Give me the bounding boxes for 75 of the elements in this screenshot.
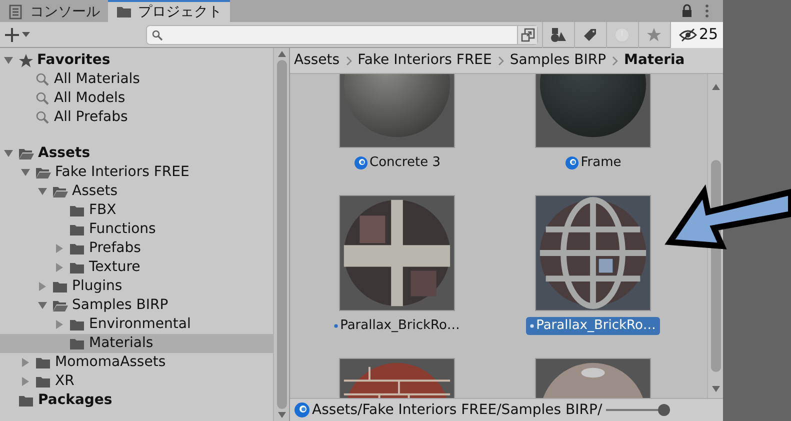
tree-item[interactable]: Functions (0, 220, 273, 239)
search-icon (35, 110, 51, 126)
asset-label[interactable]: Parallax_BrickRo… (330, 317, 464, 335)
tree-item[interactable]: Materials (0, 334, 273, 353)
tree-item[interactable]: Prefabs (0, 239, 273, 258)
tree-item[interactable]: Samples BIRP (0, 296, 273, 315)
shapes-icon (550, 26, 567, 42)
hidden-packages-button[interactable]: 25 (670, 22, 723, 48)
expand-arrow-icon[interactable] (55, 320, 64, 329)
circle-icon (614, 26, 631, 42)
material-sphere-icon (354, 156, 368, 170)
tree-item[interactable]: Assets (0, 182, 273, 201)
material-dot-icon (530, 324, 534, 328)
asset-label[interactable]: Frame (560, 154, 626, 172)
star-icon (18, 52, 34, 68)
caret-icon (22, 32, 30, 38)
collapse-arrow-icon[interactable] (38, 187, 47, 196)
tree-item[interactable]: MomomaAssets (0, 353, 273, 372)
scroll-down-arrow-icon[interactable] (278, 412, 286, 418)
scope-icon (520, 28, 534, 42)
tab[interactable]: プロジェクト (108, 0, 230, 22)
zoom-slider[interactable] (606, 404, 670, 416)
search-scope-button[interactable] (517, 26, 537, 44)
asset-path: Assets/Fake Interiors FREE/Samples BIRP/ (312, 400, 602, 420)
tree-item[interactable]: Texture (0, 258, 273, 277)
expand-arrow-icon[interactable] (21, 358, 30, 367)
tree-item[interactable]: FBX (0, 201, 273, 220)
tree-item[interactable]: Plugins (0, 277, 273, 296)
scroll-up-arrow-icon[interactable] (278, 51, 286, 57)
asset-label[interactable]: Concrete 3 (350, 154, 444, 172)
search-icon (151, 28, 163, 40)
breadcrumb-link[interactable]: Fake Interiors FREE (358, 50, 492, 71)
tree-item[interactable]: Fake Interiors FREE (0, 163, 273, 182)
chevron-icon (346, 56, 352, 66)
search-icon (35, 72, 51, 88)
folder-icon (116, 4, 132, 20)
tree-item[interactable]: All Materials (0, 70, 273, 89)
eye-slash-icon (679, 28, 697, 42)
material-sphere-icon (564, 156, 579, 170)
star-icon (646, 26, 663, 42)
material-sphere-icon (294, 402, 310, 418)
tree-item[interactable]: Environmental (0, 315, 273, 334)
breadcrumb-link[interactable]: Materia (624, 50, 685, 71)
breadcrumb-link[interactable]: Assets (294, 50, 340, 71)
asset-label[interactable]: Parallax_BrickRo… (526, 317, 660, 335)
tree-item[interactable]: All Prefabs (0, 108, 273, 127)
search-field[interactable] (146, 24, 538, 44)
tree-item[interactable]: Favorites (0, 51, 273, 70)
lock-icon (681, 4, 693, 18)
chevron-icon (498, 56, 504, 66)
expand-arrow-icon[interactable] (55, 244, 64, 253)
expand-arrow-icon[interactable] (55, 263, 64, 272)
material-dot-icon (334, 324, 338, 328)
plus-icon (4, 26, 20, 42)
expand-arrow-icon[interactable] (21, 377, 30, 386)
collapse-arrow-icon[interactable] (4, 149, 13, 158)
scroll-down-arrow-icon[interactable] (712, 386, 720, 392)
tree-item[interactable]: All Models (0, 89, 273, 108)
scrollbar[interactable] (273, 48, 289, 421)
tree-item[interactable]: Assets (0, 144, 273, 163)
scroll-up-arrow-icon[interactable] (712, 84, 720, 90)
collapse-arrow-icon[interactable] (4, 56, 13, 65)
collapse-arrow-icon[interactable] (38, 301, 47, 310)
console-icon (8, 4, 24, 20)
chevron-icon (612, 56, 618, 66)
collapse-arrow-icon[interactable] (21, 168, 30, 177)
tree-item[interactable]: Packages (0, 391, 273, 410)
search-icon (35, 90, 51, 106)
kebab-menu-icon (705, 4, 709, 18)
breadcrumb-link[interactable]: Samples BIRP (510, 50, 606, 71)
tag-icon (582, 26, 599, 42)
tab[interactable]: コンソール (0, 2, 108, 22)
tree-item[interactable]: XR (0, 372, 273, 391)
slider-thumb[interactable] (658, 404, 670, 416)
expand-arrow-icon[interactable] (38, 282, 47, 291)
